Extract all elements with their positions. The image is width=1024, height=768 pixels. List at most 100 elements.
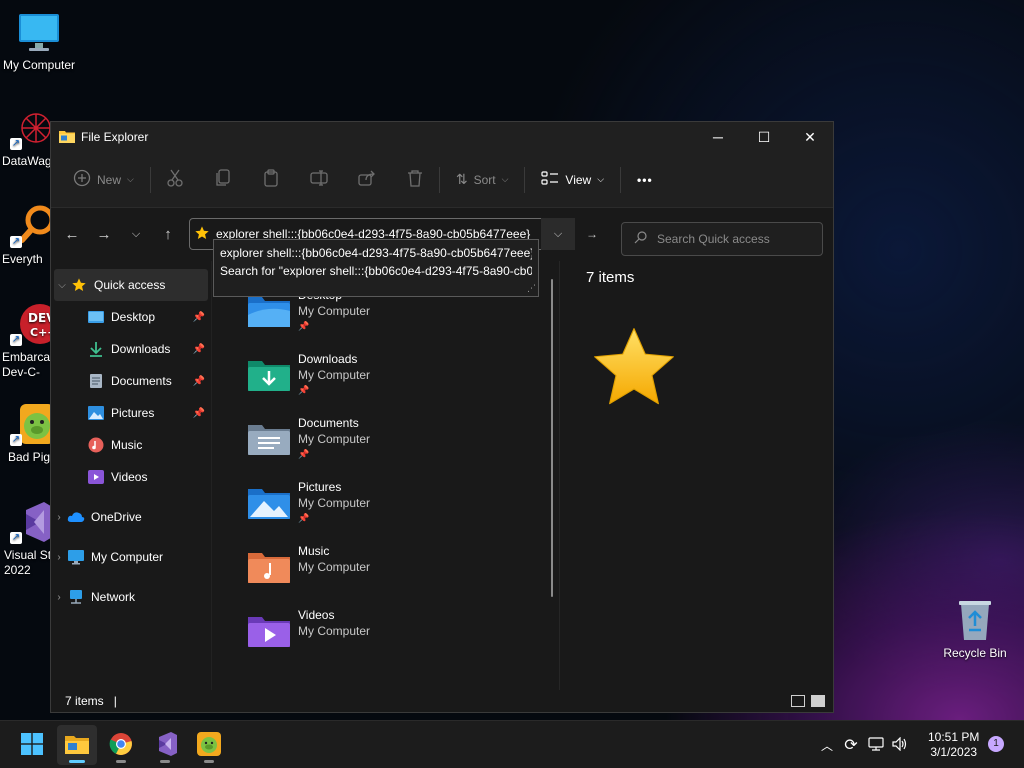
windows-logo-icon: [21, 732, 43, 758]
list-item[interactable]: Music My Computer: [246, 543, 370, 599]
cut-button[interactable]: [159, 164, 191, 196]
nav-item-label: Quick access: [94, 278, 166, 292]
chevron-up-icon[interactable]: ︿: [816, 737, 838, 754]
music-icon: [87, 436, 105, 454]
window-title: File Explorer: [81, 130, 149, 144]
nav-item-downloads[interactable]: Downloads 📌: [51, 333, 211, 365]
clock[interactable]: 10:51 PM 3/1/2023: [928, 730, 979, 760]
view-list-icon: [541, 171, 559, 188]
display-icon[interactable]: [864, 736, 888, 754]
list-item[interactable]: Pictures My Computer 📌: [246, 479, 370, 535]
network-icon: [67, 588, 85, 606]
search-box[interactable]: Search Quick access: [621, 222, 823, 256]
copy-button[interactable]: [207, 164, 239, 196]
taskbar-file-explorer[interactable]: [57, 725, 97, 765]
taskbar-bad-piggies[interactable]: [189, 725, 229, 765]
nav-item-network[interactable]: › Network: [51, 581, 211, 613]
sync-icon[interactable]: ⟳: [838, 735, 864, 755]
sort-button[interactable]: ⇅ Sort ⌵: [448, 165, 517, 194]
shortcut-arrow-icon: ↗: [10, 334, 22, 346]
details-view-button[interactable]: [791, 695, 805, 707]
vertical-scrollbar[interactable]: [551, 279, 553, 597]
taskbar-chrome[interactable]: [101, 725, 141, 765]
nav-item-quick-access[interactable]: ⌵ Quick access: [54, 269, 208, 301]
delete-button[interactable]: [399, 164, 431, 196]
desktop-icon-label: My Computer: [2, 58, 76, 72]
suggestion-item[interactable]: Search for "explorer shell:::{bb06c0e4-d…: [220, 262, 532, 280]
list-item[interactable]: Documents My Computer 📌: [246, 415, 370, 471]
taskbar-visual-studio[interactable]: [145, 725, 185, 765]
view-button[interactable]: View ⌵: [533, 165, 612, 194]
see-more-button[interactable]: •••: [629, 167, 661, 193]
address-dropdown-button[interactable]: ⌵: [541, 218, 575, 250]
file-name: Music: [298, 544, 330, 558]
list-item[interactable]: Downloads My Computer 📌: [246, 351, 370, 407]
recent-locations-button[interactable]: ⌵: [120, 218, 152, 250]
sort-label: Sort: [473, 172, 496, 187]
file-name: Downloads: [298, 352, 358, 366]
running-indicator: [69, 760, 85, 763]
title-bar[interactable]: File Explorer ─ ☐ ✕: [51, 122, 833, 152]
nav-item-desktop[interactable]: Desktop 📌: [51, 301, 211, 333]
shortcut-arrow-icon: ↗: [10, 532, 22, 544]
visual-studio-icon: [153, 731, 177, 759]
chevron-down-icon[interactable]: ⌵: [54, 280, 70, 291]
desktop-icon-my-computer[interactable]: My Computer: [0, 10, 81, 72]
up-button[interactable]: ↑: [152, 218, 184, 250]
go-button[interactable]: →: [577, 218, 607, 250]
share-icon: [358, 170, 376, 189]
share-button[interactable]: [351, 164, 383, 196]
pin-icon[interactable]: 📌: [193, 312, 205, 323]
maximize-button[interactable]: ☐: [741, 122, 787, 152]
rename-icon: [310, 170, 328, 189]
monitor-icon: [67, 548, 85, 566]
pin-icon[interactable]: 📌: [193, 376, 205, 387]
documents-folder-icon: [246, 419, 292, 465]
nav-item-label: Desktop: [111, 310, 156, 324]
resize-grip-icon[interactable]: ⋰: [527, 283, 536, 294]
file-location: My Computer: [298, 368, 371, 382]
back-button[interactable]: ←: [56, 218, 88, 250]
desktop-icon-recycle-bin[interactable]: Recycle Bin: [933, 598, 1017, 660]
nav-item-documents[interactable]: Documents 📌: [51, 365, 211, 397]
chevron-right-icon[interactable]: ›: [51, 592, 67, 603]
cloud-icon: [67, 508, 85, 526]
notification-badge[interactable]: 1: [988, 736, 1004, 752]
status-bar: 7 items |: [51, 690, 833, 712]
forward-button[interactable]: →: [88, 218, 120, 250]
nav-item-onedrive[interactable]: › OneDrive: [51, 501, 211, 533]
running-indicator: [204, 760, 214, 763]
nav-item-my-computer[interactable]: › My Computer: [51, 541, 211, 573]
nav-item-music[interactable]: Music: [51, 429, 211, 461]
close-button[interactable]: ✕: [787, 122, 833, 152]
volume-icon[interactable]: [888, 736, 912, 754]
rename-button[interactable]: [303, 164, 335, 196]
paste-button[interactable]: [255, 164, 287, 196]
pin-icon[interactable]: 📌: [193, 344, 205, 355]
recycle-bin-icon: [953, 598, 997, 642]
shortcut-arrow-icon: ↗: [10, 434, 22, 446]
nav-item-label: Downloads: [111, 342, 171, 356]
file-location: My Computer: [298, 624, 371, 638]
nav-item-label: OneDrive: [91, 510, 142, 524]
nav-item-videos[interactable]: Videos: [51, 461, 211, 493]
list-item[interactable]: Videos My Computer: [246, 607, 370, 663]
chevron-right-icon[interactable]: ›: [51, 512, 67, 523]
suggestion-item[interactable]: explorer shell:::{bb06c0e4-d293-4f75-8a9…: [220, 244, 532, 262]
nav-item-pictures[interactable]: Pictures 📌: [51, 397, 211, 429]
view-label: View: [565, 172, 592, 187]
clipboard-icon: [263, 169, 279, 190]
maximize-icon: ☐: [757, 128, 771, 145]
arrow-left-icon: ←: [64, 225, 80, 243]
pin-icon[interactable]: 📌: [193, 408, 205, 419]
chevron-right-icon[interactable]: ›: [51, 552, 67, 563]
large-icons-view-button[interactable]: [811, 695, 825, 707]
file-location: My Computer: [298, 432, 371, 446]
pin-icon: 📌: [298, 321, 310, 331]
minimize-button[interactable]: ─: [695, 122, 741, 152]
plus-circle-icon: [73, 169, 91, 190]
start-button[interactable]: [12, 725, 52, 765]
clock-date: 3/1/2023: [930, 745, 978, 759]
desktop-icon-label: Visual St 2022: [4, 548, 52, 577]
new-button[interactable]: New ⌵: [65, 163, 142, 196]
